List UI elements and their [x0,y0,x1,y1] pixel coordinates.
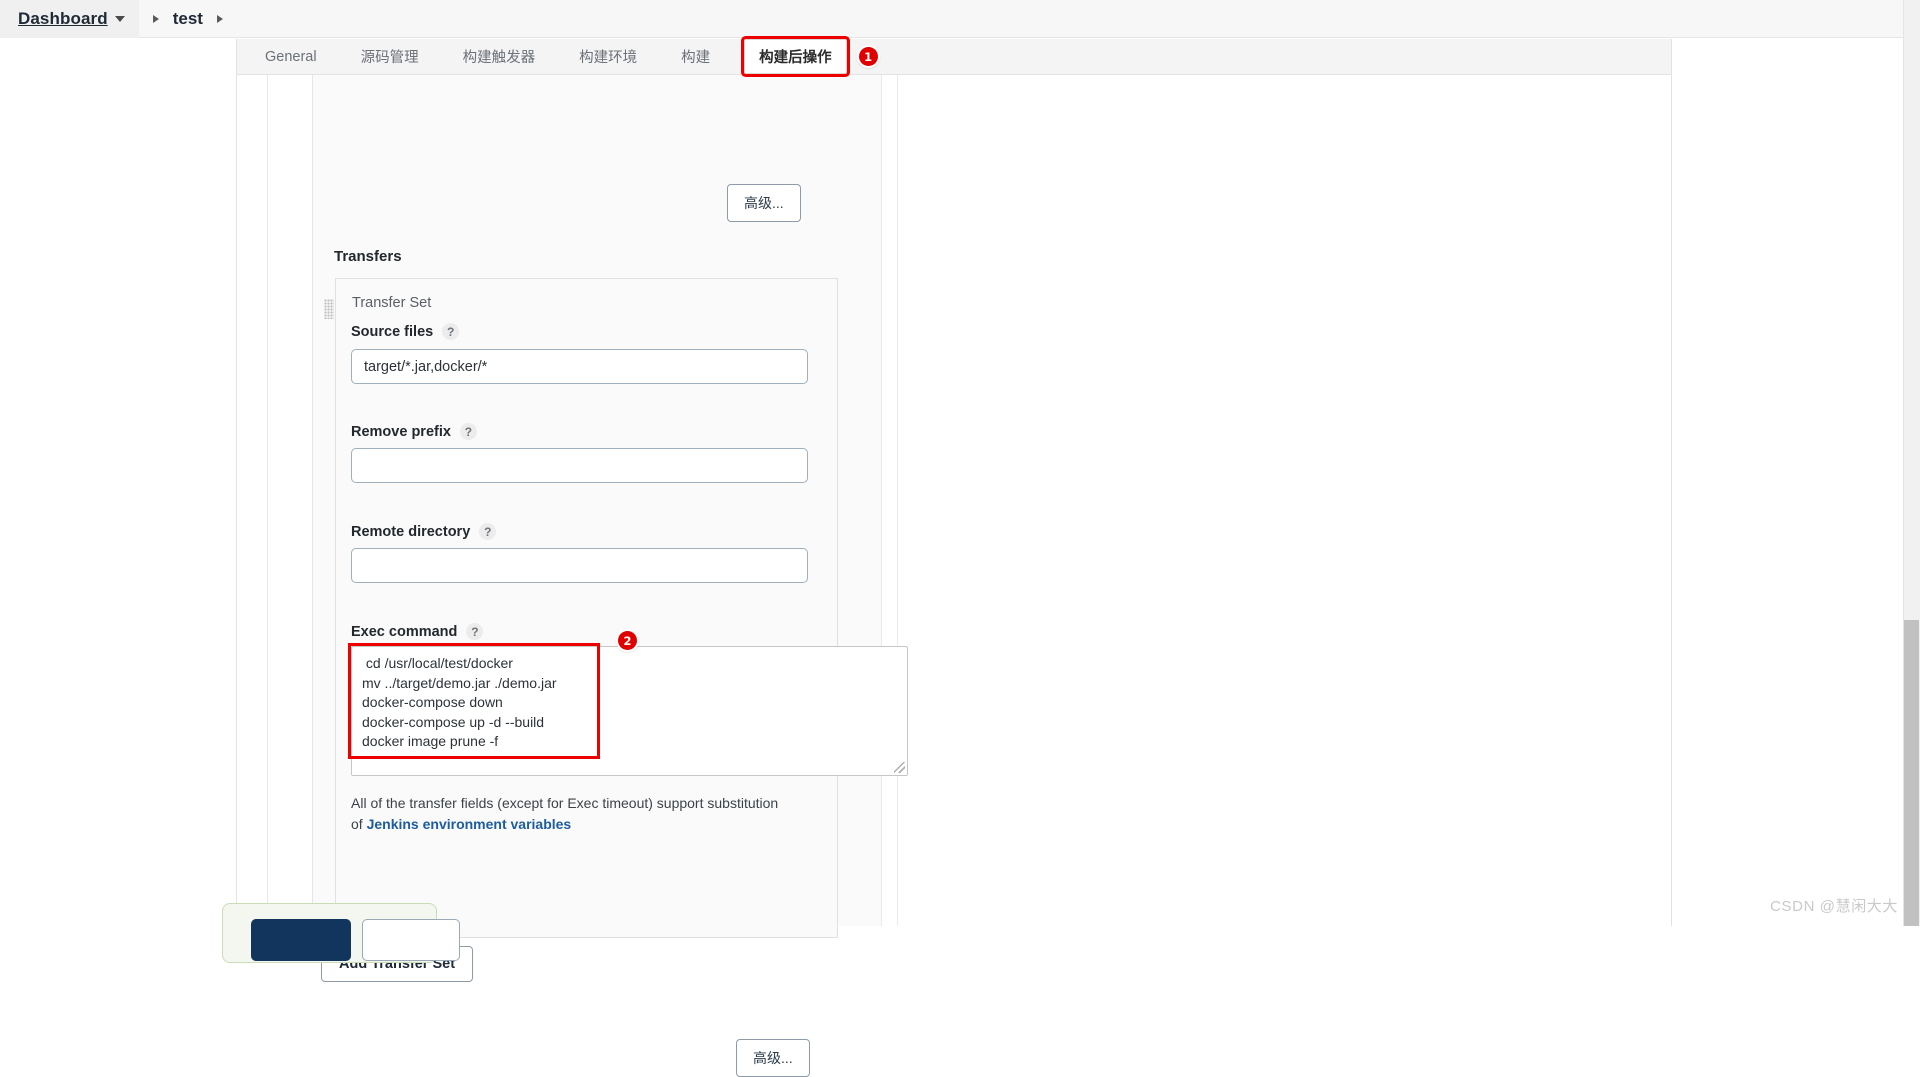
remote-directory-input[interactable] [351,548,808,583]
transfers-section-title: Transfers [334,248,402,265]
tab-post-build-actions[interactable]: 构建后操作 [744,39,847,74]
config-content-area: 高级... Transfers Transfer Set Source file… [236,75,1672,926]
tab-build-environment[interactable]: 构建环境 [569,41,647,72]
layout-rail [267,75,268,926]
config-tab-strip: General 源码管理 构建触发器 构建环境 构建 构建后操作 1 [236,39,1672,75]
help-icon[interactable]: ? [466,623,483,640]
annotation-marker-2: 2 [618,631,637,650]
tab-build-triggers[interactable]: 构建触发器 [453,41,546,72]
advanced-bottom-button[interactable]: 高级... [736,1039,810,1077]
help-icon[interactable]: ? [479,523,496,540]
remote-directory-label: Remote directory ? [351,523,496,540]
tab-build[interactable]: 构建 [671,41,720,72]
breadcrumb-separator-icon [217,15,223,23]
source-files-label: Source files ? [351,323,459,340]
exec-command-label-text: Exec command [351,624,457,640]
breadcrumb-dashboard-link[interactable]: Dashboard [18,9,108,29]
csdn-watermark: CSDN @慧闲大大 [1770,895,1898,916]
advanced-top-button[interactable]: 高级... [727,184,801,222]
tab-scm[interactable]: 源码管理 [351,41,429,72]
layout-rail [881,75,882,926]
sticky-save-bar [222,903,437,963]
page-scrollbar[interactable] [1903,0,1920,926]
apply-button[interactable] [362,919,460,961]
publish-over-ssh-form: 高级... Transfers Transfer Set Source file… [313,75,881,926]
save-button[interactable] [251,919,351,961]
transfer-fields-hint: All of the transfer fields (except for E… [351,793,781,835]
exec-command-textarea[interactable]: cd /usr/local/test/docker mv ../target/d… [351,646,908,776]
annotation-marker-1: 1 [859,47,878,66]
breadcrumb-dashboard[interactable]: Dashboard [0,0,139,38]
breadcrumb: Dashboard test [0,0,1920,38]
exec-command-wrapper: cd /usr/local/test/docker mv ../target/d… [351,646,908,776]
help-icon[interactable]: ? [442,323,459,340]
page-scrollbar-thumb[interactable] [1904,620,1919,926]
source-files-input[interactable] [351,349,808,384]
chevron-down-icon[interactable] [115,16,125,22]
help-icon[interactable]: ? [460,423,477,440]
tab-general[interactable]: General [255,44,327,70]
transfer-set-label: Transfer Set [352,295,431,311]
remove-prefix-label: Remove prefix ? [351,423,477,440]
jenkins-environment-variables-link[interactable]: Jenkins environment variables [367,816,572,832]
remote-directory-label-text: Remote directory [351,524,470,540]
breadcrumb-separator-icon [153,15,159,23]
exec-command-label: Exec command ? [351,623,483,640]
remove-prefix-label-text: Remove prefix [351,424,451,440]
source-files-label-text: Source files [351,324,433,340]
drag-handle-icon[interactable] [324,299,334,319]
transfer-set-card: Transfer Set Source files ? Remove prefi… [335,278,838,938]
breadcrumb-job-link[interactable]: test [173,9,203,29]
remove-prefix-input[interactable] [351,448,808,483]
layout-rail [897,75,898,926]
